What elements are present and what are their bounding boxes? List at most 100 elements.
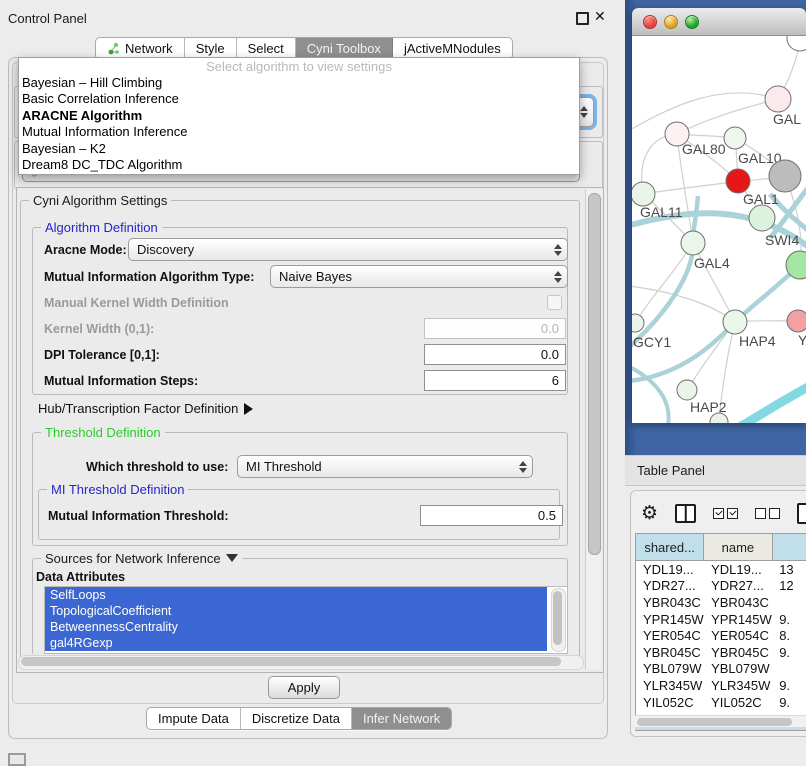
table-cell: YER054C (704, 627, 772, 644)
table-row[interactable]: YPR145WYPR145W9. (636, 611, 806, 628)
network-node[interactable] (769, 160, 801, 192)
attribute-item[interactable]: TopologicalCoefficient (45, 603, 547, 619)
tab-impute-data[interactable]: Impute Data (147, 708, 241, 729)
table-cell: YDR27... (636, 578, 704, 595)
network-node[interactable] (787, 36, 806, 51)
network-node[interactable] (632, 182, 655, 206)
network-edge[interactable] (677, 99, 778, 134)
which-threshold-combobox[interactable]: MI Threshold (237, 455, 533, 478)
aracne-mode-combobox[interactable]: Discovery (128, 238, 568, 261)
hub-definition-toggle[interactable]: Hub/Transcription Factor Definition (38, 401, 253, 416)
node-label: GCY1 (633, 334, 671, 350)
column-header[interactable]: shared... (636, 534, 704, 560)
close-icon[interactable]: ✕ (594, 8, 606, 25)
export-table-icon[interactable] (797, 503, 806, 524)
table-row[interactable]: YBR043CYBR043C (636, 594, 806, 611)
select-all-columns-icon[interactable] (713, 508, 738, 519)
kernel-width-field[interactable]: 0.0 (424, 318, 566, 339)
dropdown-item[interactable]: Mutual Information Inference (19, 124, 579, 140)
table-row[interactable]: YIL052CYIL052C9. (636, 694, 806, 711)
algorithm-dropdown-popup: Select algorithm to view settings Bayesi… (18, 57, 580, 175)
apply-button[interactable]: Apply (268, 676, 340, 699)
table-cell: YER054C (636, 627, 704, 644)
table-toolbar: ⚙ (641, 503, 806, 524)
tab-cyni-toolbox[interactable]: Cyni Toolbox (296, 38, 393, 59)
settings-horizontal-scrollbar[interactable] (18, 655, 584, 670)
network-node[interactable] (724, 127, 746, 149)
node-label: GAL11 (640, 204, 683, 220)
network-node[interactable] (726, 169, 750, 193)
node-label: GAL80 (682, 141, 726, 157)
network-edge[interactable] (643, 181, 738, 194)
data-attributes-label: Data Attributes (36, 570, 125, 584)
zoom-traffic-light-icon[interactable] (685, 15, 699, 29)
tab-jactivemnodules[interactable]: jActiveMNodules (393, 38, 512, 59)
close-traffic-light-icon[interactable] (643, 15, 657, 29)
table-row[interactable]: YDL19...YDL19...13 (636, 561, 806, 578)
aracne-mode-label: Aracne Mode: (44, 243, 127, 257)
tab-select[interactable]: Select (237, 38, 296, 59)
dropdown-item[interactable]: Dream8 DC_TDC Algorithm (19, 157, 579, 173)
network-canvas[interactable]: GALGAL80GAL10GAL1GAL11SWI4GAL4GCY1HAP4YH… (632, 36, 806, 423)
gear-icon[interactable]: ⚙ (641, 504, 658, 523)
dpi-tolerance-field[interactable]: 0.0 (424, 344, 566, 365)
dropdown-item[interactable]: Bayesian – Hill Climbing (19, 75, 579, 91)
network-view-window[interactable]: GALGAL80GAL10GAL1GAL11SWI4GAL4GCY1HAP4YH… (632, 8, 806, 423)
table-row[interactable]: YBL079WYBL079W (636, 661, 806, 678)
column-header[interactable]: name (704, 534, 772, 560)
table-row[interactable]: YDR27...YDR27...12 (636, 578, 806, 595)
tab-label: Select (248, 41, 284, 56)
split-columns-icon[interactable] (675, 504, 696, 523)
network-edge[interactable] (632, 93, 778, 131)
table-cell: YIL052C (636, 694, 704, 711)
manual-kernel-checkbox[interactable] (547, 295, 562, 310)
tab-label: Cyni Toolbox (307, 41, 381, 56)
column-header[interactable] (773, 534, 806, 560)
mi-type-combobox[interactable]: Naive Bayes (270, 265, 568, 288)
network-node[interactable] (749, 205, 775, 231)
network-node[interactable] (765, 86, 791, 112)
mi-steps-field[interactable]: 6 (424, 370, 566, 391)
table-cell: 9. (772, 677, 806, 694)
minimize-traffic-light-icon[interactable] (664, 15, 678, 29)
attribute-item[interactable]: BetweennessCentrality (45, 619, 547, 635)
table-row[interactable]: YBR045CYBR045C9. (636, 644, 806, 661)
attribute-item[interactable]: gal4RGexp (45, 635, 547, 651)
network-node[interactable] (787, 310, 806, 332)
tab-label: Style (196, 41, 225, 56)
deselect-all-columns-icon[interactable] (755, 508, 780, 519)
network-edge[interactable] (632, 265, 800, 381)
mi-threshold-field[interactable]: 0.5 (420, 505, 563, 526)
mi-steps-label: Mutual Information Steps: (44, 374, 198, 388)
attribute-list-scrollbar[interactable] (551, 588, 566, 652)
network-edge[interactable] (738, 386, 806, 423)
table-row[interactable]: YLR345WYLR345W9. (636, 677, 806, 694)
network-window-titlebar[interactable] (632, 8, 806, 36)
float-window-icon[interactable] (576, 12, 589, 25)
dropdown-item[interactable]: Basic Correlation Inference (19, 91, 579, 107)
expanded-arrow-icon (226, 554, 238, 562)
settings-vertical-scrollbar[interactable] (585, 189, 601, 669)
tab-infer-network[interactable]: Infer Network (352, 708, 451, 729)
table-cell: YDL19... (704, 561, 772, 578)
tab-network[interactable]: Network (96, 38, 185, 59)
corner-grip[interactable] (8, 753, 26, 766)
tab-style[interactable]: Style (185, 38, 237, 59)
mi-type-value: Naive Bayes (271, 269, 549, 284)
table-cell: 13 (772, 561, 806, 578)
table-row[interactable]: YER054CYER054C8. (636, 627, 806, 644)
network-node[interactable] (723, 310, 747, 334)
attribute-item[interactable]: SelfLoops (45, 587, 547, 603)
network-node[interactable] (681, 231, 705, 255)
table-cell: YBR043C (636, 594, 704, 611)
combo-arrows-icon (514, 461, 532, 473)
table-cell: YBL079W (704, 661, 772, 678)
network-node[interactable] (632, 314, 644, 332)
dropdown-item[interactable]: Bayesian – K2 (19, 141, 579, 157)
network-node[interactable] (677, 380, 697, 400)
which-threshold-label: Which threshold to use: (86, 460, 228, 474)
dropdown-item-list: Bayesian – Hill ClimbingBasic Correlatio… (19, 75, 579, 173)
hub-definition-label: Hub/Transcription Factor Definition (38, 401, 238, 416)
dropdown-item[interactable]: ARACNE Algorithm (19, 108, 579, 124)
tab-discretize-data[interactable]: Discretize Data (241, 708, 352, 729)
